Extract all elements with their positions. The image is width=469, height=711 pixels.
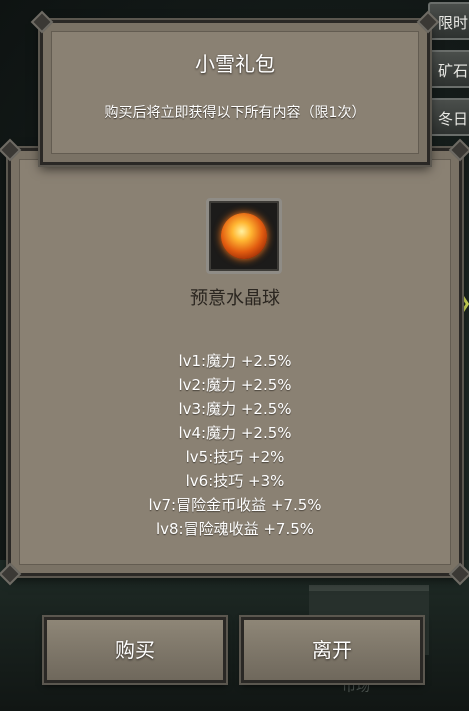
bonus-item: lv5:技巧 +2% xyxy=(185,448,285,466)
gift-header-panel: 小雪礼包 购买后将立即获得以下所有内容（限1次） xyxy=(30,10,440,165)
gift-description: 购买后将立即获得以下所有内容（限1次） xyxy=(104,105,366,121)
bonus-item: lv1:魔力 +2.5% xyxy=(178,352,292,370)
crystal-ball-icon xyxy=(221,213,267,259)
bonus-item: lv7:冒险金币收益 +7.5% xyxy=(148,496,322,514)
reward-panel: 预意水晶球 lv1:魔力 +2.5% lv2:魔力 +2.5% lv3:魔力 +… xyxy=(0,138,469,586)
bonus-item: lv2:魔力 +2.5% xyxy=(178,376,292,394)
gift-header-inner: 小雪礼包 购买后将立即获得以下所有内容（限1次） xyxy=(51,31,419,154)
bonus-item: lv8:冒险魂收益 +7.5% xyxy=(155,520,315,538)
reward-panel-inner: 预意水晶球 lv1:魔力 +2.5% lv2:魔力 +2.5% lv3:魔力 +… xyxy=(19,159,451,565)
bonus-item: lv3:魔力 +2.5% xyxy=(178,400,292,418)
buy-button[interactable]: 购买 xyxy=(44,617,226,683)
item-name: 预意水晶球 xyxy=(190,288,280,309)
bonus-item: lv6:技巧 +3% xyxy=(185,472,285,490)
bonus-list: lv1:魔力 +2.5% lv2:魔力 +2.5% lv3:魔力 +2.5% l… xyxy=(20,349,450,541)
item-slot[interactable] xyxy=(206,198,282,274)
bonus-item: lv4:魔力 +2.5% xyxy=(178,424,292,442)
side-tab-winter[interactable]: 冬日 xyxy=(428,98,469,136)
side-tab-ore[interactable]: 矿石 xyxy=(428,50,469,88)
gift-title: 小雪礼包 xyxy=(195,52,275,76)
leave-button[interactable]: 离开 xyxy=(241,617,423,683)
